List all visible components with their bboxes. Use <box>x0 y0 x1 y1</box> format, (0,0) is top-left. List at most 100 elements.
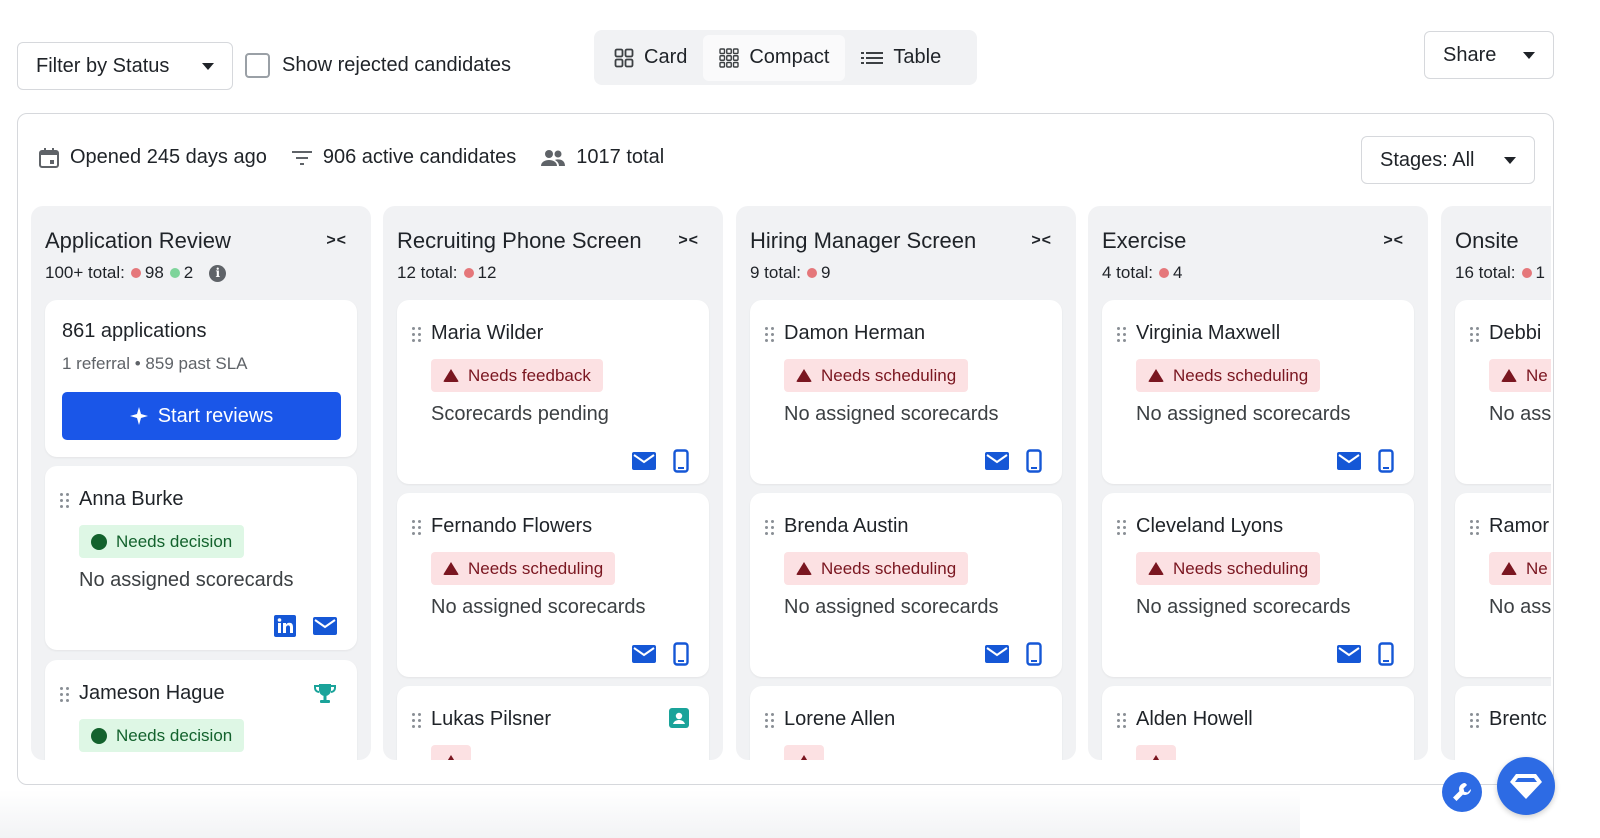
candidate-card[interactable]: Lukas Pilsner <box>397 686 709 760</box>
view-compact-button[interactable]: Compact <box>703 34 846 81</box>
active-stat: 906 active candidates <box>291 146 516 169</box>
collapse-icon[interactable]: >< <box>326 232 347 250</box>
contact-icons <box>985 449 1042 473</box>
stage-counts: 9 total: 9 <box>750 263 831 283</box>
stage-title: Onsite <box>1455 228 1519 253</box>
candidate-card[interactable]: Brentc <box>1455 686 1551 760</box>
drag-handle-icon[interactable] <box>412 327 422 343</box>
candidate-name[interactable]: Brenda Austin <box>784 515 909 538</box>
email-icon[interactable] <box>1337 452 1361 470</box>
status-label: Needs scheduling <box>1173 365 1309 385</box>
drag-handle-icon[interactable] <box>412 713 422 729</box>
phone-icon[interactable] <box>1378 642 1394 666</box>
candidate-card[interactable]: Anna Burke Needs decision No assigned sc… <box>45 466 357 650</box>
scorecards-status: Scorecards pending <box>431 403 609 425</box>
phone-icon[interactable] <box>673 642 689 666</box>
candidate-card[interactable]: Ramor Ne No ass <box>1455 493 1551 677</box>
candidate-name[interactable]: Brentc <box>1489 708 1547 731</box>
candidate-name[interactable]: Damon Herman <box>784 322 925 345</box>
candidate-card[interactable]: Cleveland Lyons Needs scheduling No assi… <box>1102 493 1414 677</box>
phone-icon[interactable] <box>673 449 689 473</box>
drag-handle-icon[interactable] <box>1117 520 1127 536</box>
phone-icon[interactable] <box>1378 449 1394 473</box>
stage-counts: 4 total: 4 <box>1102 263 1183 283</box>
view-card-button[interactable]: Card <box>598 35 703 81</box>
candidate-card[interactable]: Brenda Austin Needs scheduling No assign… <box>750 493 1062 677</box>
candidate-card[interactable]: Debbi Ne No ass <box>1455 300 1551 484</box>
drag-handle-icon[interactable] <box>1470 327 1480 343</box>
collapse-icon[interactable]: >< <box>678 232 699 250</box>
calendar-icon <box>39 147 59 168</box>
linkedin-icon[interactable] <box>274 615 296 637</box>
candidate-name[interactable]: Fernando Flowers <box>431 515 592 538</box>
show-rejected-checkbox[interactable] <box>245 53 270 78</box>
drag-handle-icon[interactable] <box>1117 713 1127 729</box>
candidate-card[interactable]: Lorene Allen <box>750 686 1062 760</box>
drag-handle-icon[interactable] <box>765 520 775 536</box>
candidate-name[interactable]: Anna Burke <box>79 488 184 511</box>
candidate-name[interactable]: Debbi <box>1489 322 1541 345</box>
info-icon[interactable]: i <box>209 264 227 282</box>
candidate-card[interactable]: Maria Wilder Needs feedback Scorecards p… <box>397 300 709 484</box>
status-badge: Needs feedback <box>431 359 603 392</box>
share-label: Share <box>1443 43 1497 66</box>
candidate-name[interactable]: Cleveland Lyons <box>1136 515 1283 538</box>
status-badge <box>784 745 824 760</box>
collapse-icon[interactable]: >< <box>1031 232 1052 250</box>
start-reviews-label: Start reviews <box>157 404 274 427</box>
email-icon[interactable] <box>632 645 656 663</box>
drag-handle-icon[interactable] <box>60 493 70 509</box>
show-rejected-toggle[interactable]: Show rejected candidates <box>245 53 511 78</box>
scorecards-status: No assigned scorecards <box>1136 596 1351 618</box>
drag-handle-icon[interactable] <box>412 520 422 536</box>
status-badge: Ne <box>1489 552 1551 585</box>
candidate-card[interactable]: Alden Howell <box>1102 686 1414 760</box>
status-badge: Needs scheduling <box>431 552 616 585</box>
drag-handle-icon[interactable] <box>765 327 775 343</box>
filter-by-status-dropdown[interactable]: Filter by Status <box>17 42 233 90</box>
email-icon[interactable] <box>985 452 1009 470</box>
tools-button[interactable] <box>1442 772 1482 812</box>
warning-icon <box>1148 369 1164 382</box>
red-dot-icon <box>130 268 141 278</box>
candidate-name[interactable]: Ramor <box>1489 515 1549 538</box>
drag-handle-icon[interactable] <box>1470 713 1480 729</box>
share-button[interactable]: Share <box>1424 31 1554 79</box>
caret-down-icon <box>1523 51 1535 59</box>
email-icon[interactable] <box>632 452 656 470</box>
candidate-card[interactable]: Jameson Hague Needs decision <box>45 660 357 760</box>
email-icon[interactable] <box>1337 645 1361 663</box>
candidate-name[interactable]: Virginia Maxwell <box>1136 322 1280 345</box>
drag-handle-icon[interactable] <box>1470 520 1480 536</box>
email-icon[interactable] <box>985 645 1009 663</box>
candidate-name[interactable]: Lukas Pilsner <box>431 708 551 731</box>
green-dot-icon <box>169 268 180 278</box>
stage-title: Hiring Manager Screen <box>750 228 977 253</box>
applications-subtitle: 1 referral • 859 past SLA <box>62 354 248 373</box>
drag-handle-icon[interactable] <box>1117 327 1127 343</box>
collapse-icon[interactable]: >< <box>1383 232 1404 250</box>
status-label: Ne <box>1526 558 1548 578</box>
email-icon[interactable] <box>313 617 337 635</box>
candidate-card[interactable]: Damon Herman Needs scheduling No assigne… <box>750 300 1062 484</box>
candidate-card[interactable]: Virginia Maxwell Needs scheduling No ass… <box>1102 300 1414 484</box>
view-table-button[interactable]: Table <box>845 35 957 81</box>
applications-count: 861 applications <box>62 320 207 342</box>
candidate-name[interactable]: Lorene Allen <box>784 708 895 731</box>
start-reviews-button[interactable]: Start reviews <box>62 392 341 440</box>
red-dot-icon <box>1159 268 1170 278</box>
phone-icon[interactable] <box>1026 449 1042 473</box>
card-grid-icon <box>614 48 634 67</box>
phone-icon[interactable] <box>1026 642 1042 666</box>
candidate-name[interactable]: Jameson Hague <box>79 682 225 705</box>
total-text: 1017 total <box>576 146 665 168</box>
drag-handle-icon[interactable] <box>60 687 70 703</box>
green-count: 2 <box>169 263 193 283</box>
stages-dropdown[interactable]: Stages: All <box>1361 136 1535 184</box>
candidate-name[interactable]: Alden Howell <box>1136 708 1253 731</box>
assistant-button[interactable] <box>1497 757 1555 815</box>
drag-handle-icon[interactable] <box>765 713 775 729</box>
stage-counts: 16 total: 1 <box>1455 263 1545 283</box>
candidate-card[interactable]: Fernando Flowers Needs scheduling No ass… <box>397 493 709 677</box>
candidate-name[interactable]: Maria Wilder <box>431 322 543 345</box>
